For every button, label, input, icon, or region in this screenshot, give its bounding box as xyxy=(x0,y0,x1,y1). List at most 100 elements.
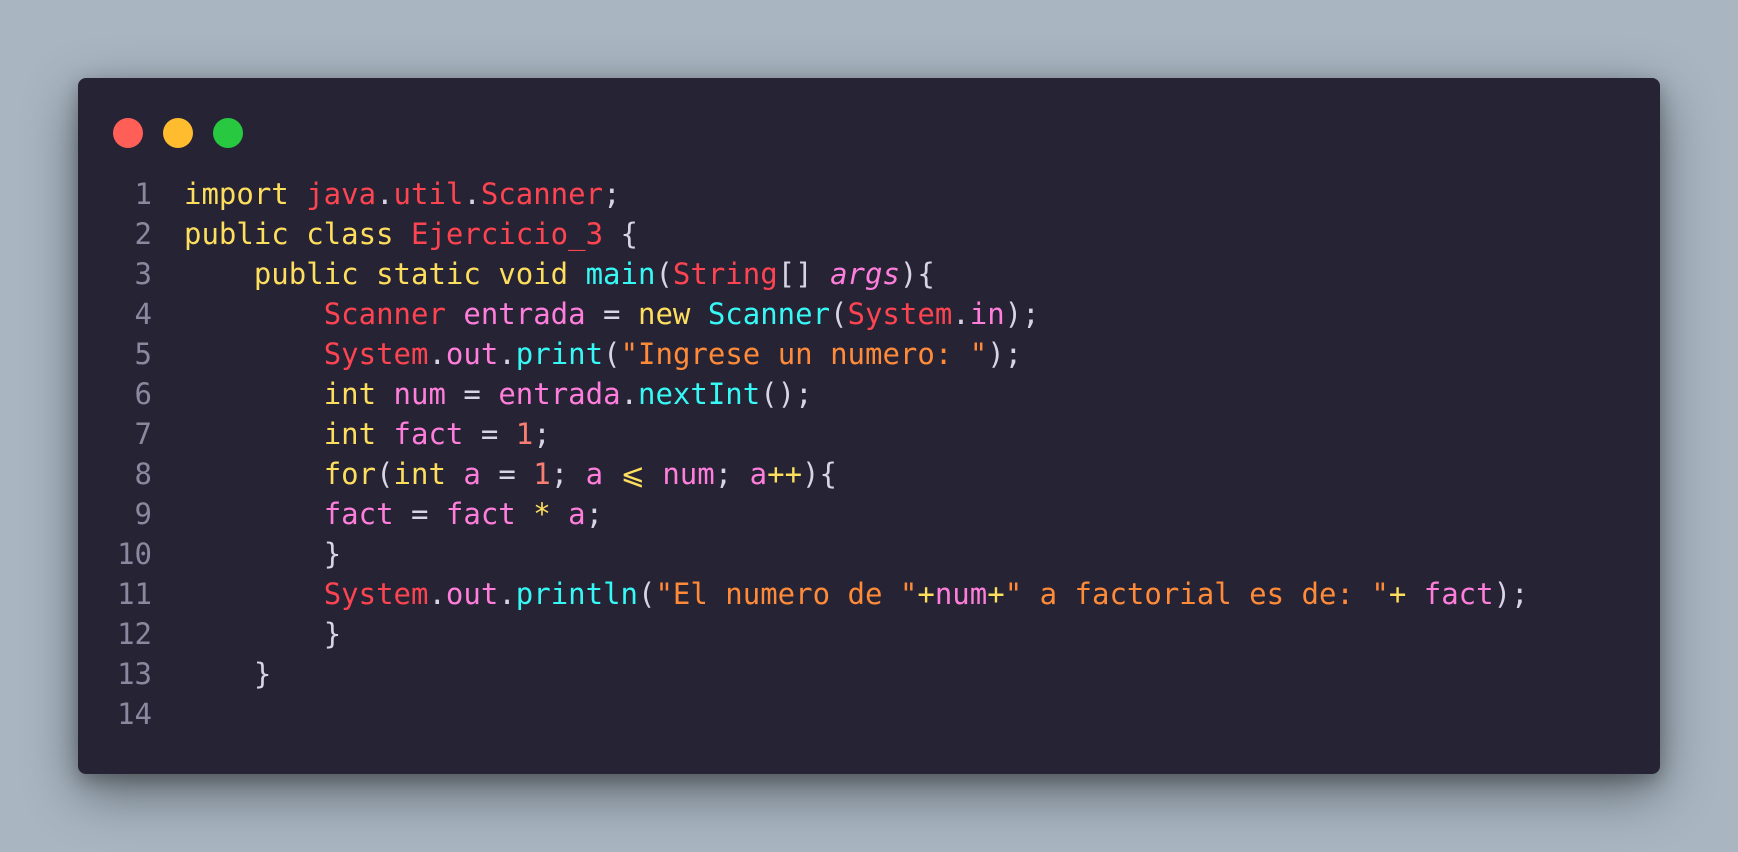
code-token: System xyxy=(323,577,429,611)
maximize-window-icon[interactable] xyxy=(213,118,243,148)
code-token: ){ xyxy=(802,457,837,491)
code-token: ){ xyxy=(899,257,935,291)
code-token: in xyxy=(969,297,1005,331)
code-line: 6 int num = entrada.nextInt(); xyxy=(78,374,1660,414)
code-token: ++ xyxy=(767,457,803,491)
code-token: num xyxy=(662,457,715,491)
code-token: + xyxy=(1388,577,1424,611)
code-token: ( xyxy=(638,577,656,611)
code-token: . xyxy=(620,377,638,411)
line-source: public static void main(String[] args){ xyxy=(184,254,935,294)
code-token: class xyxy=(306,217,411,251)
code-line: 5 System.out.print("Ingrese un numero: "… xyxy=(78,334,1660,374)
code-token: a xyxy=(585,457,604,491)
line-number: 1 xyxy=(134,177,152,211)
line-source: Scanner entrada = new Scanner(System.in)… xyxy=(184,294,1040,334)
line-source: } xyxy=(184,534,341,574)
line-source: for(int a = 1; a ⩽ num; a++){ xyxy=(184,454,837,494)
code-token: . xyxy=(428,337,446,371)
code-token: static xyxy=(376,257,499,291)
line-number: 9 xyxy=(134,497,152,531)
line-number: 13 xyxy=(117,657,152,691)
line-number: 11 xyxy=(117,577,152,611)
code-token: " a factorial es de: " xyxy=(1004,577,1389,611)
code-token: * xyxy=(515,497,569,531)
code-token: { xyxy=(603,217,638,251)
code-token: a xyxy=(568,497,586,531)
line-number: 8 xyxy=(134,457,152,491)
code-token: a xyxy=(463,457,481,491)
code-token: println xyxy=(515,577,638,611)
line-number: 4 xyxy=(134,297,152,331)
code-token: . xyxy=(498,337,516,371)
code-token: ; xyxy=(585,497,604,531)
line-source: import java.util.Scanner; xyxy=(184,174,621,214)
code-token: num xyxy=(393,377,446,411)
line-source: public class Ejercicio_3 { xyxy=(184,214,638,254)
code-token: entrada xyxy=(463,297,586,331)
code-token: = xyxy=(480,457,534,491)
code-token: . xyxy=(376,177,394,211)
code-token: [] xyxy=(777,257,831,291)
code-token: ( xyxy=(376,457,394,491)
line-source: System.out.print("Ingrese un numero: "); xyxy=(184,334,1022,374)
code-token: a xyxy=(749,457,768,491)
close-window-icon[interactable] xyxy=(113,118,143,148)
code-token: (); xyxy=(760,377,813,411)
code-token: int xyxy=(393,457,464,491)
code-block: 1 import java.util.Scanner; 2 public class … xyxy=(78,174,1660,734)
code-token: . xyxy=(463,177,481,211)
line-source: int num = entrada.nextInt(); xyxy=(184,374,813,414)
code-token: ); xyxy=(1493,577,1529,611)
code-token: args xyxy=(830,257,900,291)
code-token: int xyxy=(323,417,394,451)
line-number: 7 xyxy=(134,417,152,451)
line-number: 3 xyxy=(134,257,152,291)
code-token: 1 xyxy=(533,457,551,491)
line-number: 10 xyxy=(117,537,152,571)
code-token: . xyxy=(952,297,970,331)
code-line: 14 xyxy=(78,694,1660,734)
code-token: } xyxy=(253,657,272,691)
code-line: 10 } xyxy=(78,534,1660,574)
line-number: 12 xyxy=(117,617,152,651)
code-token: "Ingrese un numero: " xyxy=(620,337,988,371)
code-line: 11 System.out.println("El numero de "+nu… xyxy=(78,574,1660,614)
code-window: 1 import java.util.Scanner; 2 public class … xyxy=(78,78,1660,774)
line-source: System.out.println("El numero de "+num+"… xyxy=(184,574,1529,614)
code-token: main xyxy=(585,257,656,291)
code-token: = xyxy=(445,377,499,411)
code-line: 9 fact = fact * a; xyxy=(78,494,1660,534)
code-token: ( xyxy=(603,337,621,371)
code-token: ; xyxy=(533,417,551,451)
code-token: ( xyxy=(655,257,673,291)
code-token: new xyxy=(637,297,708,331)
code-token: print xyxy=(515,337,604,371)
minimize-window-icon[interactable] xyxy=(163,118,193,148)
line-number: 6 xyxy=(134,377,152,411)
window-controls xyxy=(113,118,243,148)
line-source: fact = fact * a; xyxy=(184,494,603,534)
code-token: fact xyxy=(445,497,516,531)
code-token: . xyxy=(498,577,516,611)
code-token: System xyxy=(323,337,429,371)
code-token: nextInt xyxy=(638,377,761,411)
code-token: fact xyxy=(323,497,394,531)
code-token: num xyxy=(934,577,988,611)
code-token: 1 xyxy=(515,417,534,451)
code-token: out xyxy=(445,337,499,371)
code-token: int xyxy=(323,377,394,411)
code-token: ⩽ xyxy=(603,457,663,491)
code-token: fact xyxy=(1423,577,1494,611)
code-token: . xyxy=(428,577,446,611)
code-token: Scanner xyxy=(323,297,464,331)
code-token: ); xyxy=(1004,297,1040,331)
code-token: + xyxy=(987,577,1005,611)
